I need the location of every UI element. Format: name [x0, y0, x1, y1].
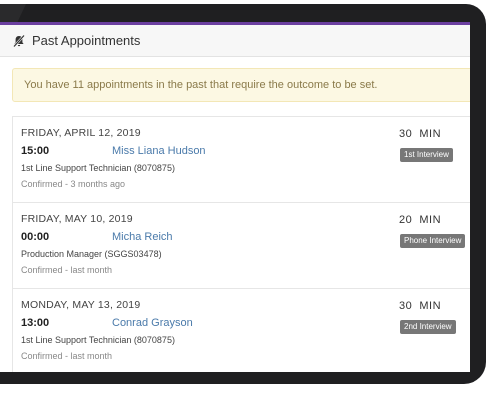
candidate-name-link[interactable]: Miss Liana Hudson: [112, 145, 206, 157]
appointment-item[interactable]: FRIDAY, MAY 10, 2019 00:00 Micha Reich P…: [13, 203, 470, 289]
candidate-name-link[interactable]: Conrad Grayson: [112, 317, 193, 329]
appointment-time: 00:00: [21, 231, 50, 243]
interview-type-badge: Phone Interview: [400, 234, 466, 248]
appointment-status: Confirmed - 3 months ago: [21, 179, 126, 189]
appointment-duration: 20 MIN: [399, 214, 442, 226]
bell-slash-icon: [12, 34, 26, 48]
appointment-duration: 30 MIN: [399, 300, 442, 312]
appointment-duration: 30 MIN: [399, 128, 442, 140]
interview-type-badge: 2nd Interview: [400, 320, 456, 334]
appointment-list: FRIDAY, APRIL 12, 2019 15:00 Miss Liana …: [12, 116, 470, 372]
appointment-role: 1st Line Support Technician (8070875): [21, 163, 175, 173]
appointment-role: Production Manager (SGGS03478): [21, 249, 162, 259]
panel-header: Past Appointments: [0, 25, 470, 57]
candidate-name-link[interactable]: Micha Reich: [112, 231, 173, 243]
appointment-role: 1st Line Support Technician (8070875): [21, 335, 175, 345]
alert-message: You have 11 appointments in the past tha…: [24, 79, 378, 91]
page-title: Past Appointments: [32, 33, 141, 48]
appointment-status: Confirmed - last month: [21, 351, 113, 361]
appointment-time: 15:00: [21, 145, 50, 157]
appointment-time: 13:00: [21, 317, 50, 329]
appointment-item[interactable]: MONDAY, MAY 13, 2019 13:00 Conrad Grayso…: [13, 289, 470, 372]
app-screen: Past Appointments You have 11 appointmen…: [0, 22, 470, 372]
appointment-status: Confirmed - last month: [21, 265, 113, 275]
appointment-item[interactable]: FRIDAY, APRIL 12, 2019 15:00 Miss Liana …: [13, 117, 470, 203]
interview-type-badge: 1st Interview: [400, 148, 453, 162]
outcome-alert: You have 11 appointments in the past tha…: [12, 68, 470, 102]
